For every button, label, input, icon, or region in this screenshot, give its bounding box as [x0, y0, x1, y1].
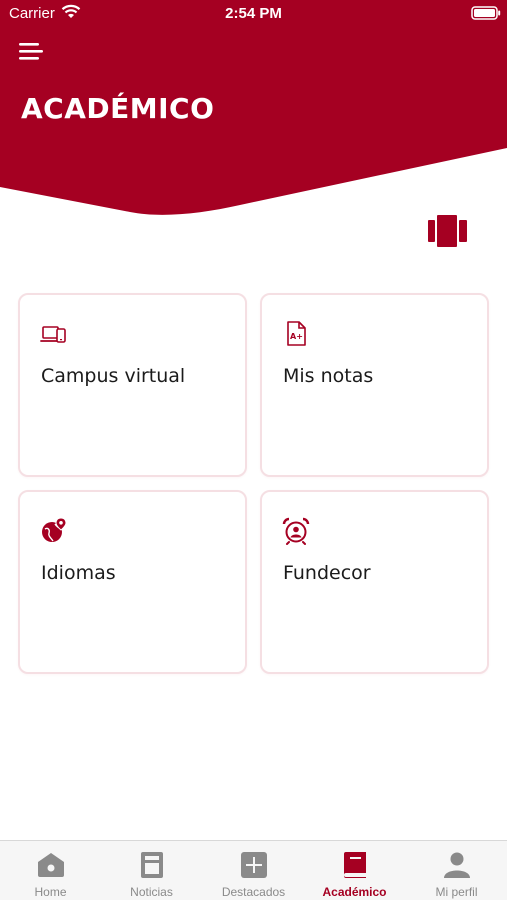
- globe-location-icon: [42, 517, 67, 542]
- carousel-layout-icon: [428, 215, 467, 247]
- tab-destacados[interactable]: Destacados: [203, 841, 304, 901]
- layout-toggle-button[interactable]: [424, 210, 472, 250]
- card-label: Fundecor: [283, 562, 371, 584]
- tab-label: Noticias: [130, 885, 173, 899]
- tab-label: Destacados: [221, 885, 286, 899]
- card-label: Idiomas: [41, 562, 116, 584]
- status-bar: Carrier 2:54 PM: [0, 0, 507, 28]
- tab-label: Académico: [322, 885, 387, 899]
- tab-home[interactable]: Home: [0, 841, 101, 901]
- card-idiomas[interactable]: Idiomas: [18, 490, 247, 674]
- page-title: ACADÉMICO: [21, 92, 215, 125]
- card-mis-notas[interactable]: A+ Mis notas: [260, 293, 489, 477]
- tab-mi-perfil[interactable]: Mi perfil: [406, 841, 507, 901]
- person-icon: [444, 852, 470, 878]
- card-label: Campus virtual: [41, 365, 186, 387]
- svg-text:A+: A+: [290, 332, 303, 341]
- book-icon: [344, 852, 366, 878]
- tab-label: Mi perfil: [435, 885, 478, 899]
- card-fundecor[interactable]: Fundecor: [260, 490, 489, 674]
- news-icon: [141, 852, 163, 878]
- grade-document-icon: A+: [287, 321, 306, 346]
- laptop-devices-icon: [40, 326, 66, 343]
- plus-square-icon: [241, 852, 267, 878]
- hamburger-menu-icon: [19, 43, 43, 60]
- tab-bar: Home Noticias Destacados Académico Mi pe…: [0, 840, 507, 900]
- battery-icon: [471, 6, 501, 20]
- card-campus-virtual[interactable]: Campus virtual: [18, 293, 247, 477]
- home-icon: [38, 853, 64, 877]
- status-time: 2:54 PM: [225, 5, 282, 22]
- hamburger-menu-button[interactable]: [14, 38, 50, 68]
- tab-academico[interactable]: Académico: [304, 841, 405, 901]
- alarm-clock-person-icon: [282, 517, 310, 545]
- tab-noticias[interactable]: Noticias: [101, 841, 202, 901]
- tab-label: Home: [34, 885, 67, 899]
- card-label: Mis notas: [283, 365, 374, 387]
